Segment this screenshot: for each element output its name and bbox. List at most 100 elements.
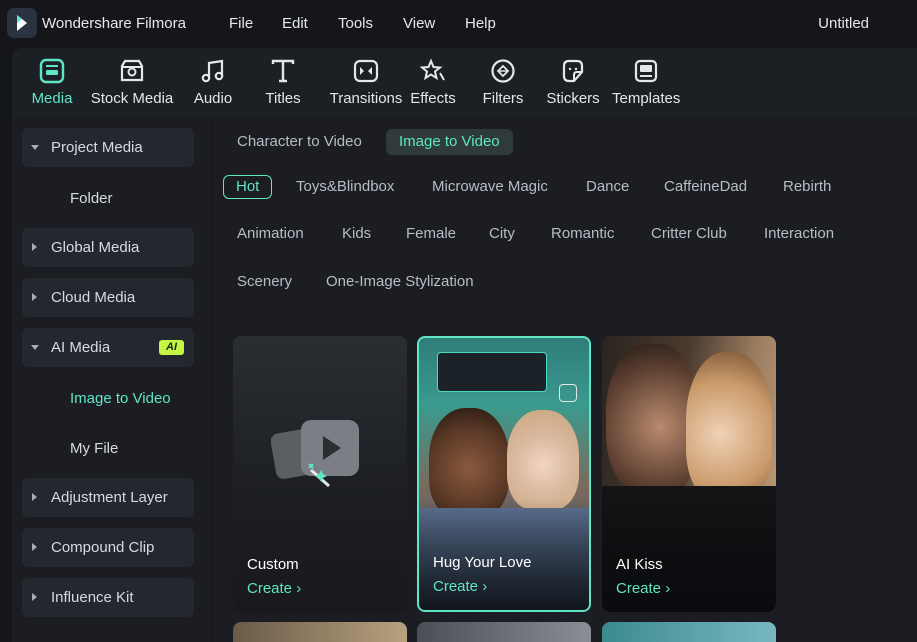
text-t-icon (271, 59, 295, 83)
category-microwave-magic[interactable]: Microwave Magic (419, 175, 561, 199)
person-woman (686, 352, 772, 502)
create-label: Create (433, 578, 479, 595)
person-right (507, 410, 579, 510)
tab-audio[interactable]: Audio (188, 48, 238, 117)
create-link[interactable]: Create › (247, 580, 301, 597)
category-rebirth[interactable]: Rebirth (770, 175, 844, 199)
tab-filters[interactable]: Filters (480, 48, 526, 117)
template-card-peek[interactable] (602, 622, 776, 642)
templates-icon (634, 59, 658, 83)
sidebar-item-compound-clip[interactable]: Compound Clip (22, 528, 194, 567)
sidebar-item-my-file[interactable]: My File (70, 440, 118, 457)
tab-transitions-label: Transitions (329, 90, 403, 107)
card-title: AI Kiss (616, 556, 663, 573)
person-man (606, 344, 696, 494)
tab-audio-label: Audio (193, 90, 233, 107)
stock-media-icon (120, 59, 144, 82)
chevron-right-icon: › (665, 580, 671, 597)
sidebar-item-label: Global Media (51, 239, 140, 256)
template-card-custom[interactable]: Custom Create › (233, 336, 407, 612)
category-scenery[interactable]: Scenery (224, 270, 305, 294)
category-one-image-stylization[interactable]: One-Image Stylization (313, 270, 487, 294)
tab-stock-media-label: Stock Media (90, 90, 174, 107)
menu-help[interactable]: Help (465, 15, 496, 32)
video-icon (559, 384, 577, 402)
chevron-right-icon (32, 593, 37, 601)
menu-view[interactable]: View (403, 15, 435, 32)
category-kids[interactable]: Kids (329, 222, 384, 246)
template-card-hug-your-love[interactable]: Hug Your Love Create › (417, 336, 591, 612)
create-link[interactable]: Create › (433, 578, 487, 595)
chevron-down-icon (31, 145, 39, 150)
tab-titles-label: Titles (265, 90, 301, 107)
sidebar-item-project-media[interactable]: Project Media (22, 128, 194, 167)
preview-screen (437, 352, 547, 392)
chevron-right-icon (32, 543, 37, 551)
tab-transitions[interactable]: Transitions (320, 48, 412, 117)
category-toys-blindbox[interactable]: Toys&Blindbox (283, 175, 407, 199)
chevron-right-icon: › (482, 578, 488, 595)
tab-templates[interactable]: Templates (612, 48, 680, 117)
create-label: Create (247, 580, 293, 597)
sidebar-item-label: Project Media (51, 139, 143, 156)
sidebar-item-label: AI Media (51, 339, 111, 356)
chevron-right-icon (32, 293, 37, 301)
tab-templates-label: Templates (612, 90, 681, 107)
category-city[interactable]: City (476, 222, 528, 246)
category-romantic[interactable]: Romantic (538, 222, 627, 246)
menu-file[interactable]: File (229, 15, 253, 32)
title-bar: Wondershare Filmora File Edit Tools View… (0, 0, 917, 47)
template-card-ai-kiss[interactable]: AI Kiss Create › (602, 336, 776, 612)
sidebar-item-adjustment-layer[interactable]: Adjustment Layer (22, 478, 194, 517)
sidebar-item-image-to-video[interactable]: Image to Video (70, 390, 171, 407)
sidebar-item-label: Adjustment Layer (51, 489, 168, 506)
media-sidebar: Project Media Folder Global Media Cloud … (12, 117, 212, 642)
tab-media[interactable]: Media (24, 48, 80, 117)
tab-media-label: Media (31, 90, 73, 107)
category-critter-club[interactable]: Critter Club (638, 222, 740, 246)
sidebar-item-label: Cloud Media (51, 289, 136, 306)
sidebar-item-global-media[interactable]: Global Media (22, 228, 194, 267)
card-title: Custom (247, 556, 299, 573)
music-note-icon (201, 59, 224, 83)
category-animation[interactable]: Animation (224, 222, 317, 246)
category-caffeinedad[interactable]: CaffeineDad (651, 175, 760, 199)
create-link[interactable]: Create › (616, 580, 670, 597)
sidebar-item-cloud-media[interactable]: Cloud Media (22, 278, 194, 317)
media-icon (39, 58, 65, 84)
sidebar-item-ai-media[interactable]: AI Media AI (22, 328, 194, 367)
transitions-icon (353, 59, 379, 83)
category-dance[interactable]: Dance (573, 175, 642, 199)
app-name: Wondershare Filmora (42, 15, 186, 32)
document-title: Untitled (818, 15, 869, 32)
tab-stickers[interactable]: Stickers (546, 48, 600, 117)
chevron-right-icon (32, 243, 37, 251)
menu-edit[interactable]: Edit (282, 15, 308, 32)
sidebar-item-folder[interactable]: Folder (70, 190, 113, 207)
filters-icon (491, 59, 515, 83)
category-hot[interactable]: Hot (223, 175, 273, 199)
tab-image-to-video[interactable]: Image to Video (386, 129, 513, 155)
tab-effects[interactable]: Effects (410, 48, 456, 117)
main-toolbar: Media Stock Media Audio Titles Transitio… (12, 48, 917, 117)
category-interaction[interactable]: Interaction (751, 222, 847, 246)
menu-tools[interactable]: Tools (338, 15, 373, 32)
card-title: Hug Your Love (433, 554, 532, 571)
chevron-down-icon (31, 345, 39, 350)
filmora-logo-icon (7, 8, 37, 38)
tab-stickers-label: Stickers (546, 90, 600, 107)
create-label: Create (616, 580, 662, 597)
tab-stock-media[interactable]: Stock Media (88, 48, 176, 117)
sidebar-item-label: Compound Clip (51, 539, 155, 556)
template-card-peek[interactable] (417, 622, 591, 642)
tab-effects-label: Effects (410, 90, 456, 107)
chevron-right-icon: › (296, 580, 302, 597)
template-card-peek[interactable] (233, 622, 407, 642)
sidebar-item-label: Influence Kit (51, 589, 134, 606)
tab-titles[interactable]: Titles (260, 48, 306, 117)
sidebar-item-influence-kit[interactable]: Influence Kit (22, 578, 194, 617)
category-female[interactable]: Female (393, 222, 469, 246)
effects-star-icon (420, 58, 445, 81)
tab-character-to-video[interactable]: Character to Video (224, 129, 375, 155)
sticker-icon (562, 59, 584, 83)
